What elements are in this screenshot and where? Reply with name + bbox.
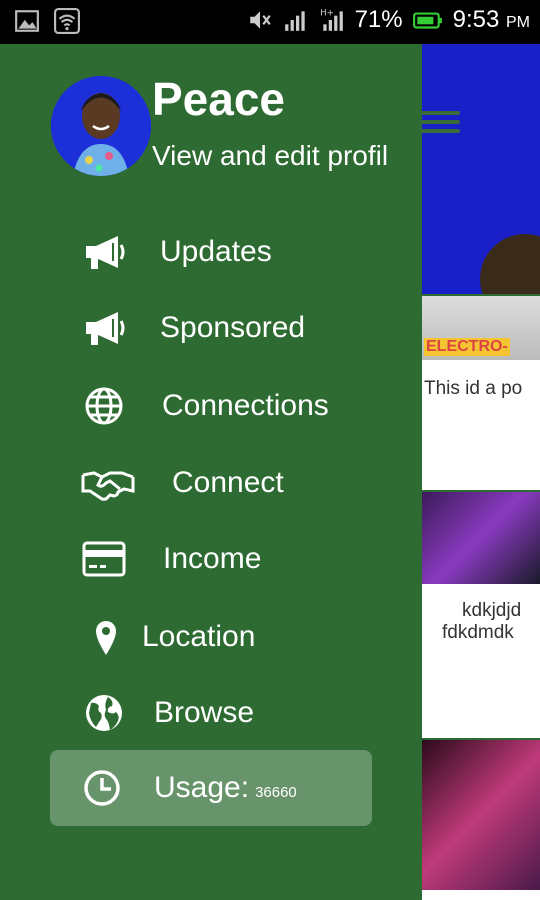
menu-item-connect[interactable]: Connect	[50, 445, 372, 521]
megaphone-icon	[86, 312, 125, 345]
profile-name[interactable]: Peace	[152, 72, 285, 126]
wifi-icon	[54, 8, 80, 34]
card-text: fdkdmdk	[442, 622, 514, 643]
menu-label: Connections	[162, 389, 329, 422]
mute-icon	[249, 11, 271, 29]
battery-percent: 71%	[354, 6, 403, 33]
card-text: This id a po	[424, 378, 523, 399]
menu-label: Income	[163, 542, 262, 575]
menu-item-usage[interactable]: Usage: 36660	[50, 750, 372, 826]
earth-icon	[86, 695, 122, 731]
navigation-drawer: Peace View and edit profil Updates Spons…	[0, 44, 422, 900]
location-pin-icon	[96, 621, 116, 655]
card-text: kdkjdjd	[462, 600, 522, 621]
menu-label: Location	[142, 620, 256, 653]
menu-item-sponsored[interactable]: Sponsored	[50, 290, 372, 366]
handshake-icon	[81, 471, 135, 501]
card-banner: ELECTRO-	[424, 338, 510, 356]
clock-time: 9:53 PM	[452, 6, 530, 33]
menu-icon[interactable]	[420, 106, 460, 136]
status-bar: H+ 71% 9:53 PM	[0, 0, 540, 44]
menu-label: Connect	[172, 466, 284, 499]
megaphone-icon	[86, 236, 125, 269]
menu-label: Updates	[160, 235, 272, 268]
signal-h-icon: H+	[320, 9, 343, 31]
menu-item-browse[interactable]: Browse	[50, 675, 372, 751]
feed-card[interactable]	[420, 738, 540, 900]
menu-item-location[interactable]: Location	[50, 599, 372, 675]
menu-item-income[interactable]: Income	[50, 521, 372, 597]
view-edit-profile-link[interactable]: View and edit profil	[152, 140, 422, 172]
card-thumbnail	[420, 740, 540, 890]
image-icon	[15, 10, 39, 32]
menu-label: Sponsored	[160, 311, 306, 344]
feed-card[interactable]: ELECTRO- This id a po	[420, 294, 540, 490]
menu-label: Usage: 36660	[154, 771, 297, 804]
card-thumbnail: ELECTRO-	[420, 296, 540, 360]
card-thumbnail	[420, 492, 540, 584]
feed-header	[420, 44, 540, 324]
menu-item-updates[interactable]: Updates	[50, 214, 372, 290]
usage-count: 36660	[255, 784, 297, 801]
avatar[interactable]	[51, 76, 151, 176]
menu-item-connections[interactable]: Connections	[50, 368, 372, 444]
menu-label: Browse	[154, 696, 255, 729]
credit-card-icon	[82, 541, 126, 577]
svg-text:H+: H+	[320, 9, 334, 19]
signal-icon	[284, 11, 305, 31]
main-feed: ELECTRO- This id a po kdkjdjd fdkdmdk	[420, 44, 540, 900]
battery-icon	[412, 12, 442, 29]
globe-icon	[85, 387, 123, 425]
feed-card[interactable]: kdkjdjd fdkdmdk	[420, 490, 540, 738]
clock-icon	[84, 770, 120, 806]
